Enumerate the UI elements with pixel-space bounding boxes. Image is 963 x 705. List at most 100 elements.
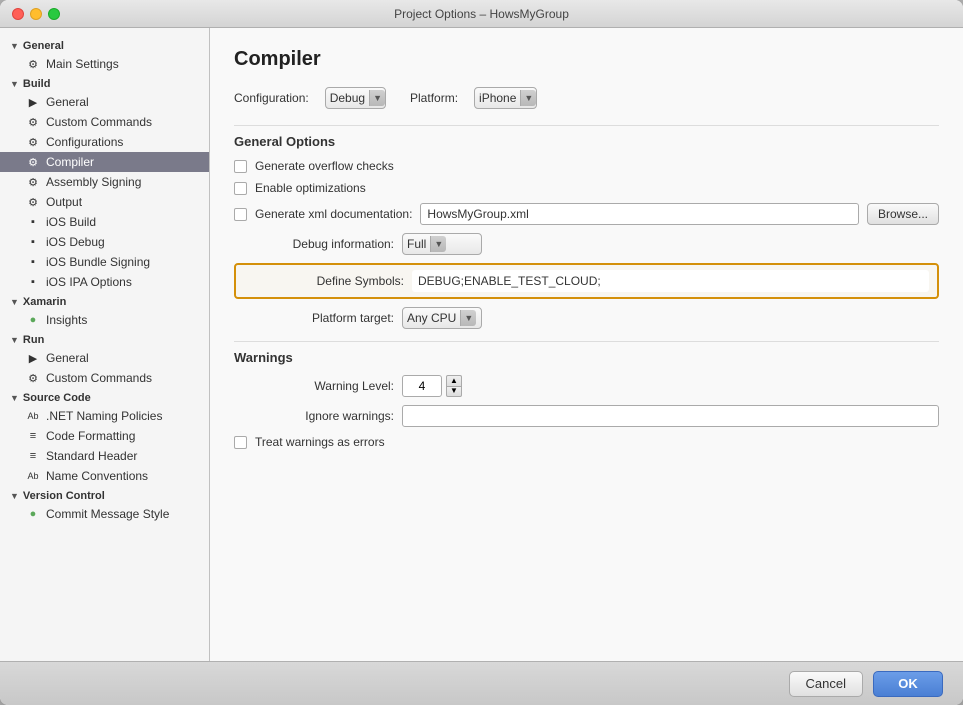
list-icon: ▪: [26, 236, 40, 248]
overflow-checks-checkbox[interactable]: [234, 160, 247, 173]
commit-icon: ●: [26, 508, 40, 520]
warning-level-row: Warning Level: ▲ ▼: [234, 375, 939, 397]
close-button[interactable]: [12, 8, 24, 20]
sidebar-section-xamarin[interactable]: ▼ Xamarin: [0, 292, 209, 310]
text-icon: Ab: [26, 471, 40, 481]
gear-icon: ⚙: [26, 156, 40, 169]
cancel-button[interactable]: Cancel: [789, 671, 863, 697]
xml-doc-label: Generate xml documentation:: [255, 207, 412, 221]
sidebar-section-build[interactable]: ▼ Build: [0, 74, 209, 92]
sidebar-item-ios-ipa-options[interactable]: ▪ iOS IPA Options: [0, 272, 209, 292]
platform-label: Platform:: [410, 91, 458, 105]
sidebar-item-standard-header[interactable]: ≡ Standard Header: [0, 446, 209, 466]
sidebar-item-configurations[interactable]: ⚙ Configurations: [0, 132, 209, 152]
configuration-dropdown[interactable]: Debug ▼: [325, 87, 386, 109]
text-icon: Ab: [26, 411, 40, 421]
header-icon: ≡: [26, 450, 40, 462]
main-window: Project Options – HowsMyGroup ▼ General …: [0, 0, 963, 705]
chevron-down-icon: ▼: [10, 297, 19, 307]
gear-icon: ⚙: [26, 116, 40, 129]
sidebar-item-net-naming[interactable]: Ab .NET Naming Policies: [0, 406, 209, 426]
sidebar: ▼ General ⚙ Main Settings ▼ Build ▶ Gene…: [0, 28, 210, 661]
sidebar-item-commit-message[interactable]: ● Commit Message Style: [0, 504, 209, 524]
define-symbols-row: Define Symbols:: [234, 263, 939, 299]
sidebar-item-ios-bundle-signing[interactable]: ▪ iOS Bundle Signing: [0, 252, 209, 272]
debug-info-label: Debug information:: [234, 237, 394, 251]
treat-warnings-checkbox[interactable]: [234, 436, 247, 449]
chevron-down-icon: ▼: [10, 393, 19, 403]
configuration-label: Configuration:: [234, 91, 309, 105]
define-symbols-input[interactable]: [412, 270, 929, 292]
format-icon: ≡: [26, 430, 40, 442]
warning-level-input[interactable]: [402, 375, 442, 397]
gear-icon: ⚙: [26, 176, 40, 189]
divider: [234, 125, 939, 126]
chevron-down-icon: ▼: [369, 90, 385, 106]
sidebar-item-insights[interactable]: ● Insights: [0, 310, 209, 330]
sidebar-item-run-custom-commands[interactable]: ⚙ Custom Commands: [0, 368, 209, 388]
sidebar-item-ios-debug[interactable]: ▪ iOS Debug: [0, 232, 209, 252]
sidebar-item-run-general[interactable]: ▶ General: [0, 348, 209, 368]
play-icon: ▶: [26, 96, 40, 109]
sidebar-section-version-control[interactable]: ▼ Version Control: [0, 486, 209, 504]
list-icon: ▪: [26, 256, 40, 268]
optimizations-row: Enable optimizations: [234, 181, 939, 195]
titlebar: Project Options – HowsMyGroup: [0, 0, 963, 28]
gear-icon: ⚙: [26, 136, 40, 149]
maximize-button[interactable]: [48, 8, 60, 20]
play-icon: ▶: [26, 352, 40, 365]
chevron-down-icon: ▼: [10, 491, 19, 501]
config-platform-row: Configuration: Debug ▼ Platform: iPhone …: [234, 87, 939, 109]
minimize-button[interactable]: [30, 8, 42, 20]
general-options-header: General Options: [234, 134, 939, 149]
ignore-warnings-input[interactable]: [402, 405, 939, 427]
gear-icon: ⚙: [26, 58, 40, 71]
sidebar-item-output[interactable]: ⚙ Output: [0, 192, 209, 212]
ok-button[interactable]: OK: [873, 671, 943, 697]
main-panel: Compiler Configuration: Debug ▼ Platform…: [210, 28, 963, 661]
xml-doc-input[interactable]: [420, 203, 859, 225]
sidebar-section-source-code[interactable]: ▼ Source Code: [0, 388, 209, 406]
platform-target-label: Platform target:: [234, 311, 394, 325]
sidebar-item-name-conventions[interactable]: Ab Name Conventions: [0, 466, 209, 486]
browse-button[interactable]: Browse...: [867, 203, 939, 225]
chevron-down-icon: ▼: [10, 41, 19, 51]
treat-warnings-row: Treat warnings as errors: [234, 435, 939, 449]
gear-icon: ⚙: [26, 372, 40, 385]
sidebar-item-compiler[interactable]: ⚙ Compiler: [0, 152, 209, 172]
insights-icon: ●: [26, 314, 40, 326]
page-title: Compiler: [234, 48, 939, 71]
define-symbols-label: Define Symbols:: [244, 274, 404, 288]
optimizations-checkbox[interactable]: [234, 182, 247, 195]
chevron-down-icon: ▼: [10, 335, 19, 345]
debug-info-dropdown[interactable]: Full ▼: [402, 233, 482, 255]
warning-level-stepper: ▲ ▼: [402, 375, 462, 397]
platform-target-row: Platform target: Any CPU ▼: [234, 307, 939, 329]
sidebar-item-ios-build[interactable]: ▪ iOS Build: [0, 212, 209, 232]
sidebar-item-build-custom-commands[interactable]: ⚙ Custom Commands: [0, 112, 209, 132]
sidebar-item-build-general[interactable]: ▶ General: [0, 92, 209, 112]
chevron-down-icon: ▼: [460, 310, 476, 326]
sidebar-item-main-settings[interactable]: ⚙ Main Settings: [0, 54, 209, 74]
gear-icon: ⚙: [26, 196, 40, 209]
platform-dropdown[interactable]: iPhone ▼: [474, 87, 537, 109]
warning-level-label: Warning Level:: [234, 379, 394, 393]
stepper-buttons: ▲ ▼: [446, 375, 462, 397]
treat-warnings-label: Treat warnings as errors: [255, 435, 385, 449]
chevron-down-icon: ▼: [10, 79, 19, 89]
sidebar-item-assembly-signing[interactable]: ⚙ Assembly Signing: [0, 172, 209, 192]
sidebar-item-code-formatting[interactable]: ≡ Code Formatting: [0, 426, 209, 446]
list-icon: ▪: [26, 216, 40, 228]
list-icon: ▪: [26, 276, 40, 288]
xml-doc-checkbox[interactable]: [234, 208, 247, 221]
stepper-down-button[interactable]: ▼: [446, 386, 462, 398]
sidebar-section-general[interactable]: ▼ General: [0, 36, 209, 54]
sidebar-section-run[interactable]: ▼ Run: [0, 330, 209, 348]
platform-target-dropdown[interactable]: Any CPU ▼: [402, 307, 482, 329]
overflow-checks-row: Generate overflow checks: [234, 159, 939, 173]
chevron-down-icon: ▼: [430, 236, 446, 252]
debug-info-row: Debug information: Full ▼: [234, 233, 939, 255]
divider-2: [234, 341, 939, 342]
ignore-warnings-label: Ignore warnings:: [234, 409, 394, 423]
stepper-up-button[interactable]: ▲: [446, 375, 462, 386]
